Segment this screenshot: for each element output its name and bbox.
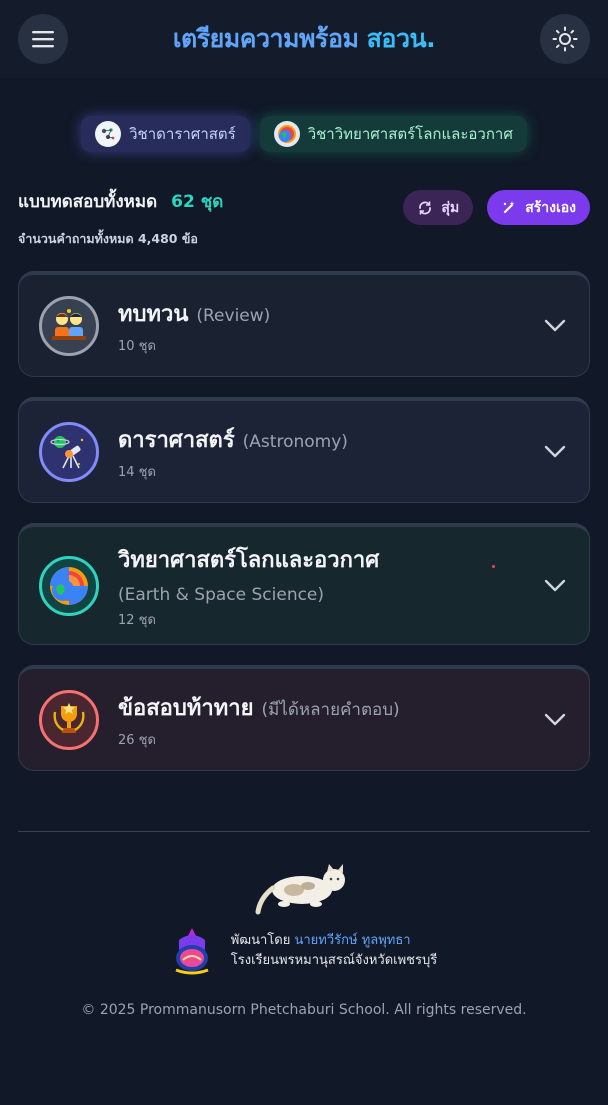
school-logo (171, 926, 213, 976)
question-total: จำนวนคำถามทั้งหมด 4,480 ข้อ (18, 231, 198, 246)
top-bar: เตรียมความพร้อม สอวน. (0, 0, 608, 78)
theme-toggle-button[interactable] (540, 14, 590, 64)
random-button[interactable]: สุ่ม (403, 190, 474, 225)
tab-astronomy-label: วิชาดาราศาสตร์ (129, 125, 236, 143)
tab-earth-space[interactable]: วิชาวิทยาศาสตร์โลกและอวกาศ (259, 116, 527, 152)
author-link[interactable]: นายทวีรักษ์ ทูลพุทธา (294, 933, 410, 948)
sun-icon (552, 26, 578, 52)
category-name: ดาราศาสตร์ (118, 427, 235, 453)
random-label: สุ่ม (441, 199, 460, 216)
category-count: 26 ชุด (118, 732, 156, 748)
quiz-set-count: 62 ชุด (171, 192, 224, 212)
page-title: เตรียมความพร้อม สอวน. (172, 19, 436, 59)
earth-icon (273, 121, 300, 147)
footer: พัฒนาโดย นายทวีรักษ์ ทูลพุทธา โรงเรียนพร… (0, 860, 608, 1018)
category-english: (Review) (196, 305, 271, 326)
category-english: (Earth & Space Science) (118, 584, 325, 605)
credit: พัฒนาโดย นายทวีรักษ์ ทูลพุทธา โรงเรียนพร… (0, 926, 608, 976)
credit-text: พัฒนาโดย นายทวีรักษ์ ทูลพุทธา โรงเรียนพร… (231, 931, 437, 971)
title-main: เตรียมความพร้อม (172, 24, 359, 53)
constellation-icon (95, 121, 122, 147)
tab-astronomy[interactable]: วิชาดาราศาสตร์ (81, 116, 250, 152)
category-review-text: ทบทวน (Review) 10 ชุด (118, 296, 541, 356)
cat-image (254, 860, 354, 916)
copyright: © 2025 Prommanusorn Phetchaburi School. … (81, 1002, 527, 1018)
category-english: (มีได้หลายคำตอบ) (261, 699, 400, 720)
create-button[interactable]: สร้างเอง (487, 190, 590, 225)
category-count: 14 ชุด (118, 464, 156, 480)
school-name: โรงเรียนพรหมานุสรณ์จังหวัดเพชรบุรี (230, 953, 438, 968)
category-astronomy-text: ดาราศาสตร์ (Astronomy) 14 ชุด (118, 422, 541, 482)
students-icon (39, 295, 99, 356)
summary-heading: แบบทดสอบทั้งหมด 62 ชุด (18, 188, 223, 215)
quiz-summary: แบบทดสอบทั้งหมด 62 ชุด จำนวนคำถามทั้งหมด … (18, 188, 590, 249)
menu-button[interactable] (18, 14, 68, 64)
telescope-icon (39, 421, 99, 482)
shuffle-icon (419, 201, 432, 214)
category-challenge-text: ข้อสอบท้าทาย (มีได้หลายคำตอบ) 26 ชุด (118, 690, 541, 750)
category-earth-space-text: วิทยาศาสตร์โลกและอวกาศ (Earth & Space Sc… (118, 542, 541, 630)
subject-tabs: วิชาดาราศาสตร์ วิชาวิทยาศาสตร์โลกและอวกา… (0, 116, 608, 152)
category-name: ทบทวน (118, 301, 189, 327)
create-label: สร้างเอง (525, 199, 576, 216)
magic-wand-icon (504, 200, 515, 213)
trophy-icon (39, 689, 99, 750)
category-astronomy[interactable]: ดาราศาสตร์ (Astronomy) 14 ชุด (18, 397, 590, 503)
summary-actions: สุ่ม สร้างเอง (403, 190, 590, 225)
summary-title: แบบทดสอบทั้งหมด (18, 192, 158, 212)
footer-divider (18, 831, 590, 832)
category-name: วิทยาศาสตร์โลกและอวกาศ (118, 547, 380, 573)
category-review[interactable]: ทบทวน (Review) 10 ชุด (18, 271, 590, 377)
category-name: ข้อสอบท้าทาย (118, 695, 254, 721)
chevron-down-icon (541, 312, 569, 340)
tab-earth-space-label: วิชาวิทยาศาสตร์โลกและอวกาศ (307, 125, 513, 143)
developed-by-label: พัฒนาโดย (230, 933, 291, 948)
earth-layers-icon (39, 555, 99, 616)
category-challenge[interactable]: ข้อสอบท้าทาย (มีได้หลายคำตอบ) 26 ชุด (18, 665, 590, 771)
chevron-down-icon (541, 706, 569, 734)
title-accent: สอวน. (366, 24, 436, 53)
chevron-down-icon (541, 438, 569, 466)
hamburger-icon (32, 31, 54, 48)
category-count: 12 ชุด (118, 612, 156, 628)
category-count: 10 ชุด (118, 338, 156, 354)
chevron-down-icon (541, 572, 569, 600)
category-english: (Astronomy) (242, 431, 348, 452)
category-earth-space[interactable]: วิทยาศาสตร์โลกและอวกาศ (Earth & Space Sc… (18, 523, 590, 645)
red-dot-marker (492, 565, 495, 568)
